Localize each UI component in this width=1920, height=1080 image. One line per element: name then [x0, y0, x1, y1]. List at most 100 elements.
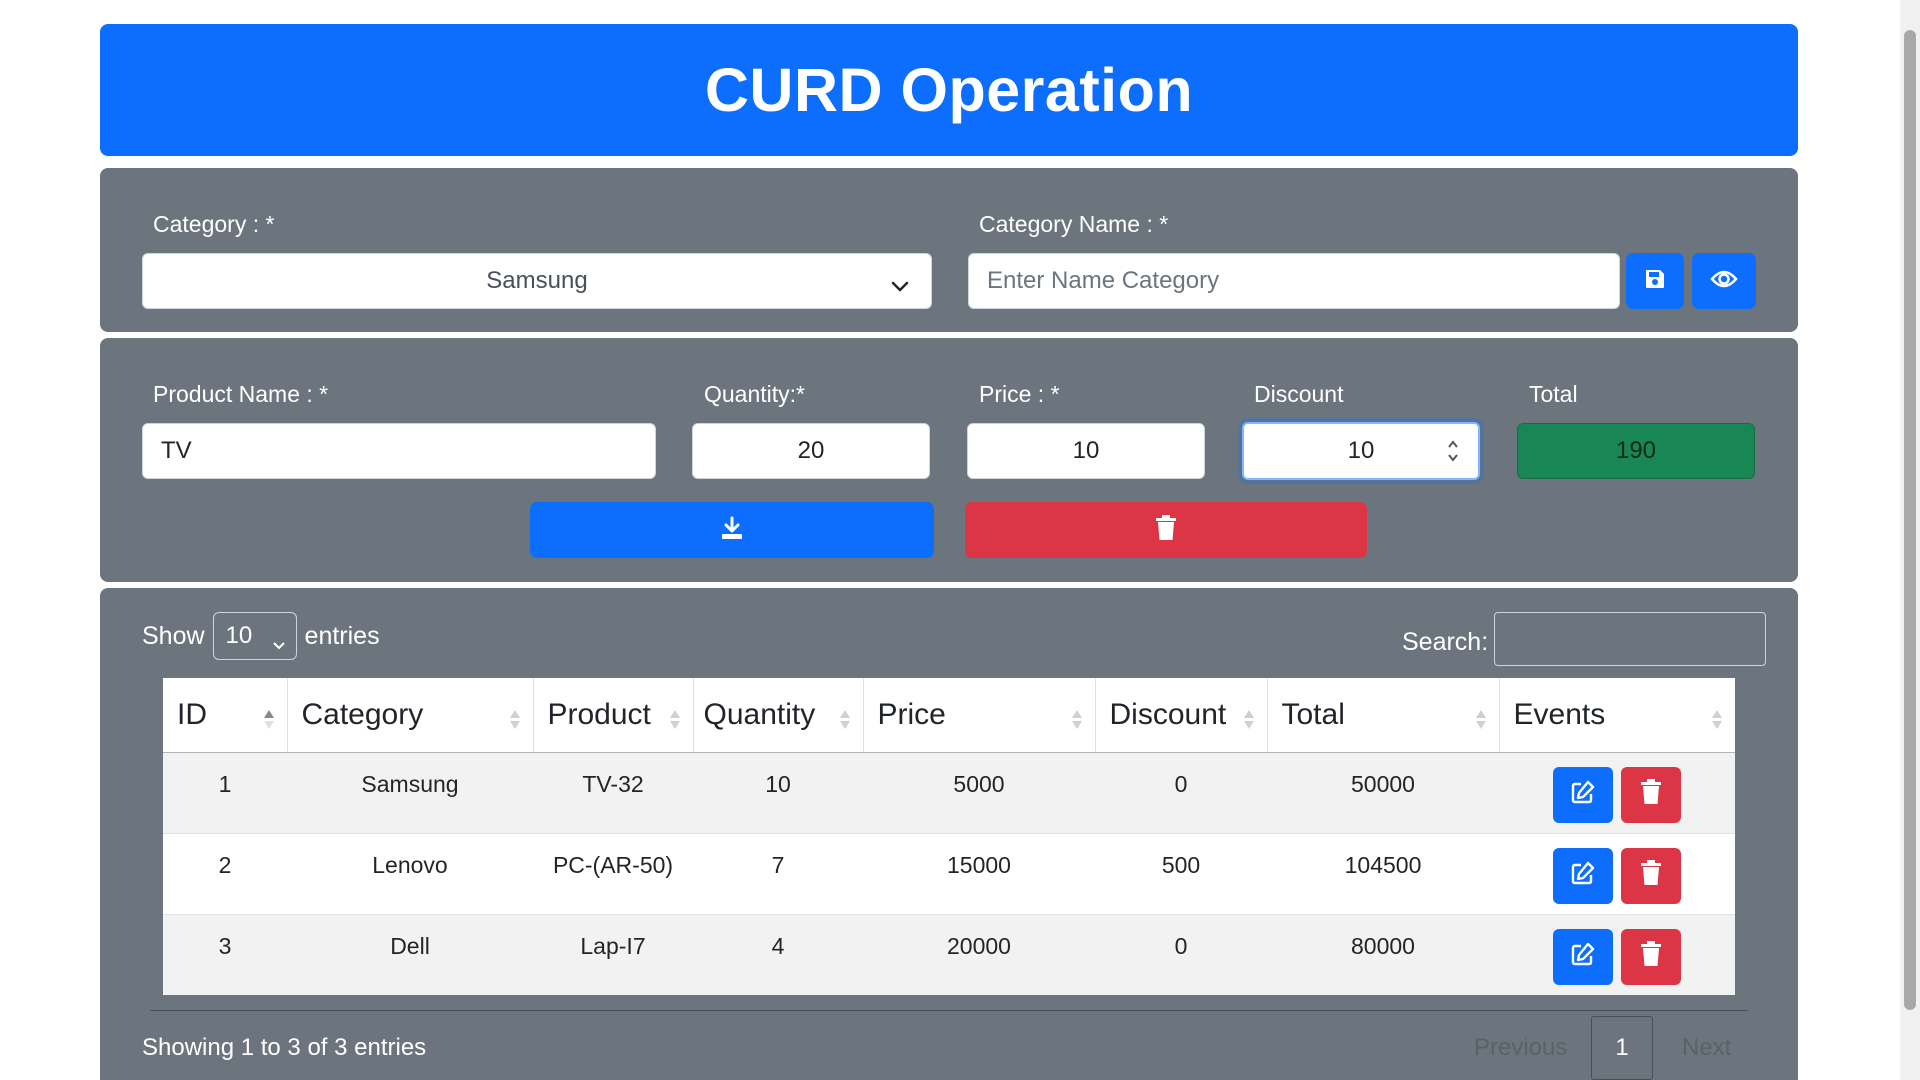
view-category-button[interactable]	[1692, 253, 1756, 309]
quantity-label: Quantity:*	[704, 381, 805, 407]
download-icon	[719, 515, 745, 546]
total-value: 190	[1615, 437, 1657, 464]
sort-icon	[509, 705, 521, 729]
table-divider	[150, 1010, 1748, 1011]
table-row: 1 Samsung TV-32 10 5000 0 50000	[163, 751, 1735, 833]
trash-icon	[1155, 514, 1177, 546]
column-header-events[interactable]: Events	[1499, 678, 1735, 753]
cell-category: Dell	[287, 913, 533, 995]
entries-length-control: Show 10 entries	[142, 612, 380, 660]
edit-row-button[interactable]	[1553, 928, 1613, 985]
discount-input[interactable]: 10	[1242, 422, 1480, 480]
sort-icon	[1071, 705, 1083, 729]
pagination-page-1[interactable]: 1	[1591, 1016, 1653, 1080]
vertical-scrollbar[interactable]	[1900, 0, 1920, 1080]
column-header-product[interactable]: Product	[533, 678, 694, 753]
pagination-previous[interactable]: Previous	[1474, 1034, 1567, 1062]
cell-quantity: 7	[693, 832, 863, 914]
chevron-down-icon	[272, 630, 286, 658]
chevron-down-icon	[891, 272, 909, 300]
product-name-value: TV	[161, 437, 192, 464]
column-header-discount[interactable]: Discount	[1095, 678, 1268, 753]
column-header-total[interactable]: Total	[1267, 678, 1500, 753]
cell-quantity: 10	[693, 751, 863, 833]
price-input[interactable]: 10	[967, 423, 1205, 479]
edit-icon	[1570, 860, 1596, 892]
category-select[interactable]: Samsung	[142, 253, 932, 309]
cell-product: PC-(AR-50)	[533, 832, 693, 914]
table-info: Showing 1 to 3 of 3 entries	[142, 1034, 427, 1061]
cell-total: 50000	[1267, 751, 1499, 833]
cell-total: 104500	[1267, 832, 1499, 914]
product-name-input[interactable]: TV	[142, 423, 656, 479]
entries-select-value: 10	[225, 622, 253, 649]
eye-icon	[1710, 269, 1738, 294]
floppy-disk-icon	[1644, 268, 1666, 295]
products-table: ID Category Product Quantity Price Disco…	[163, 678, 1735, 995]
table-header-row: ID Category Product Quantity Price Disco…	[163, 678, 1735, 753]
category-name-input[interactable]: Enter Name Category	[968, 253, 1620, 309]
trash-icon	[1640, 940, 1662, 973]
cell-events	[1499, 751, 1735, 833]
page-title: CURD Operation	[704, 56, 1194, 124]
total-display: 190	[1517, 423, 1755, 479]
entries-label: entries	[304, 621, 380, 650]
category-label: Category : *	[153, 211, 275, 237]
edit-row-button[interactable]	[1553, 766, 1613, 823]
delete-row-button[interactable]	[1621, 928, 1681, 985]
cell-discount: 0	[1095, 913, 1267, 995]
cell-price: 5000	[863, 751, 1095, 833]
sort-icon	[839, 705, 851, 729]
column-header-quantity[interactable]: Quantity	[693, 678, 864, 753]
cell-price: 20000	[863, 913, 1095, 995]
cell-discount: 500	[1095, 832, 1267, 914]
category-name-placeholder: Enter Name Category	[987, 267, 1220, 294]
column-header-price[interactable]: Price	[863, 678, 1096, 753]
discount-value: 10	[1347, 437, 1375, 464]
sort-ascending-icon	[263, 705, 275, 729]
cell-category: Lenovo	[287, 832, 533, 914]
cell-category: Samsung	[287, 751, 533, 833]
sort-icon	[1475, 705, 1487, 729]
cell-discount: 0	[1095, 751, 1267, 833]
show-label: Show	[142, 621, 205, 650]
category-selected-value: Samsung	[486, 267, 588, 294]
total-label: Total	[1529, 381, 1578, 407]
cell-id: 1	[163, 751, 287, 833]
quantity-input[interactable]: 20	[692, 423, 930, 479]
column-header-category[interactable]: Category	[287, 678, 534, 753]
cell-total: 80000	[1267, 913, 1499, 995]
cell-events	[1499, 832, 1735, 914]
edit-icon	[1570, 941, 1596, 973]
trash-icon	[1640, 778, 1662, 811]
cell-price: 15000	[863, 832, 1095, 914]
scrollbar-thumb[interactable]	[1904, 30, 1916, 1010]
delete-row-button[interactable]	[1621, 847, 1681, 904]
cell-product: TV-32	[533, 751, 693, 833]
pagination-next[interactable]: Next	[1682, 1034, 1731, 1062]
entries-select[interactable]: 10	[212, 612, 297, 660]
save-category-button[interactable]	[1626, 253, 1684, 309]
edit-row-button[interactable]	[1553, 847, 1613, 904]
sort-icon	[1243, 705, 1255, 729]
table-search: Search:	[1402, 612, 1767, 666]
edit-icon	[1570, 779, 1596, 811]
page-header: CURD Operation	[100, 24, 1798, 156]
product-name-label: Product Name : *	[153, 381, 329, 407]
spinner-arrows-icon[interactable]	[1446, 436, 1460, 466]
sort-icon	[1711, 705, 1723, 729]
discount-label: Discount	[1254, 381, 1344, 407]
cell-quantity: 4	[693, 913, 863, 995]
quantity-value: 20	[797, 437, 825, 464]
cell-product: Lap-I7	[533, 913, 693, 995]
search-input[interactable]	[1494, 612, 1767, 666]
cell-id: 2	[163, 832, 287, 914]
clear-product-button[interactable]	[965, 502, 1367, 558]
cell-events	[1499, 913, 1735, 995]
column-header-id[interactable]: ID	[163, 678, 288, 753]
save-product-button[interactable]	[530, 502, 934, 558]
category-name-label: Category Name : *	[979, 211, 1169, 237]
delete-row-button[interactable]	[1621, 766, 1681, 823]
trash-icon	[1640, 859, 1662, 892]
cell-id: 3	[163, 913, 287, 995]
